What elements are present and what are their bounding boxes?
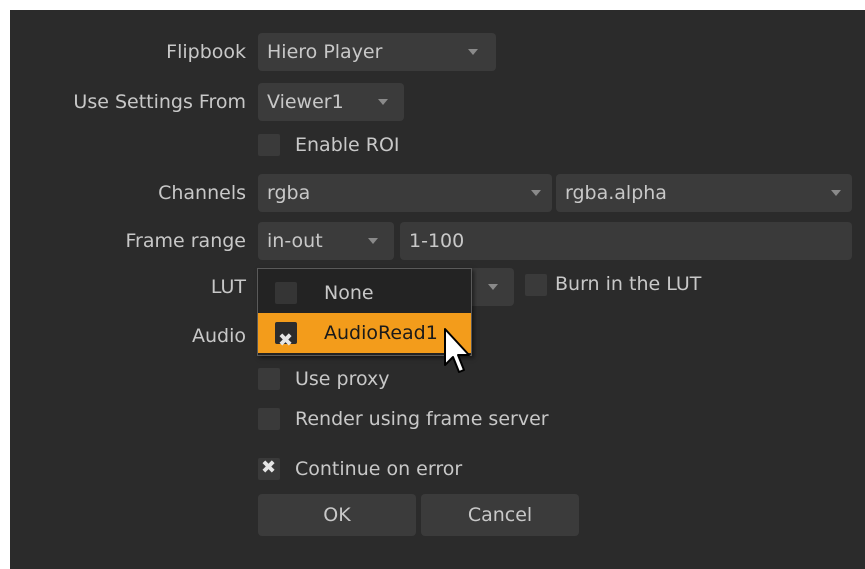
flipbook-label: Flipbook <box>166 41 246 63</box>
channels-dropdown[interactable]: rgba <box>258 174 552 212</box>
frame-range-value: 1-100 <box>409 230 465 252</box>
popup-item-label: None <box>324 282 374 304</box>
enable-roi-checkbox[interactable] <box>258 134 280 156</box>
audio-dropdown-popup: None AudioRead1 <box>257 268 472 361</box>
popup-item-none[interactable]: None <box>258 273 471 313</box>
mouse-pointer-icon <box>444 328 470 373</box>
popup-item-audioread1[interactable]: AudioRead1 <box>258 313 471 361</box>
chevron-down-icon <box>831 190 841 196</box>
lut-label: LUT <box>210 276 246 298</box>
chevron-down-icon <box>468 49 478 55</box>
frame-range-input[interactable]: 1-100 <box>400 222 852 260</box>
frame-range-label: Frame range <box>125 230 247 252</box>
frame-range-mode-value: in-out <box>267 230 323 252</box>
audio-label: Audio <box>191 325 246 347</box>
channels-alpha-value: rgba.alpha <box>565 182 667 204</box>
use-proxy-checkbox[interactable] <box>258 368 280 390</box>
enable-roi-label: Enable ROI <box>295 134 400 156</box>
continue-on-error-label: Continue on error <box>295 458 463 480</box>
use-settings-from-value: Viewer1 <box>267 91 344 113</box>
x-check-icon <box>275 321 297 361</box>
continue-on-error-checkbox[interactable] <box>258 457 280 480</box>
chevron-down-icon <box>368 238 378 244</box>
frame-range-mode-dropdown[interactable]: in-out <box>258 222 394 260</box>
channels-alpha-dropdown[interactable]: rgba.alpha <box>556 174 852 212</box>
use-proxy-label: Use proxy <box>295 368 390 390</box>
use-settings-from-label: Use Settings From <box>73 91 246 113</box>
render-frame-server-label: Render using frame server <box>295 408 549 430</box>
burn-in-lut-checkbox[interactable] <box>525 274 547 296</box>
channels-label: Channels <box>158 182 246 204</box>
chevron-down-icon <box>531 190 541 196</box>
ok-button[interactable]: OK <box>258 494 416 536</box>
flipbook-value: Hiero Player <box>267 41 383 63</box>
popup-item-label: AudioRead1 <box>324 322 438 344</box>
chevron-down-icon <box>378 99 388 105</box>
chevron-down-icon <box>488 284 498 290</box>
render-frame-server-checkbox[interactable] <box>258 408 280 430</box>
channels-value: rgba <box>267 182 311 204</box>
burn-in-lut-label: Burn in the LUT <box>555 273 702 295</box>
flipbook-dropdown[interactable]: Hiero Player <box>258 33 496 71</box>
checkbox-icon <box>275 282 297 304</box>
cancel-button[interactable]: Cancel <box>421 494 579 536</box>
use-settings-from-dropdown[interactable]: Viewer1 <box>258 83 404 121</box>
